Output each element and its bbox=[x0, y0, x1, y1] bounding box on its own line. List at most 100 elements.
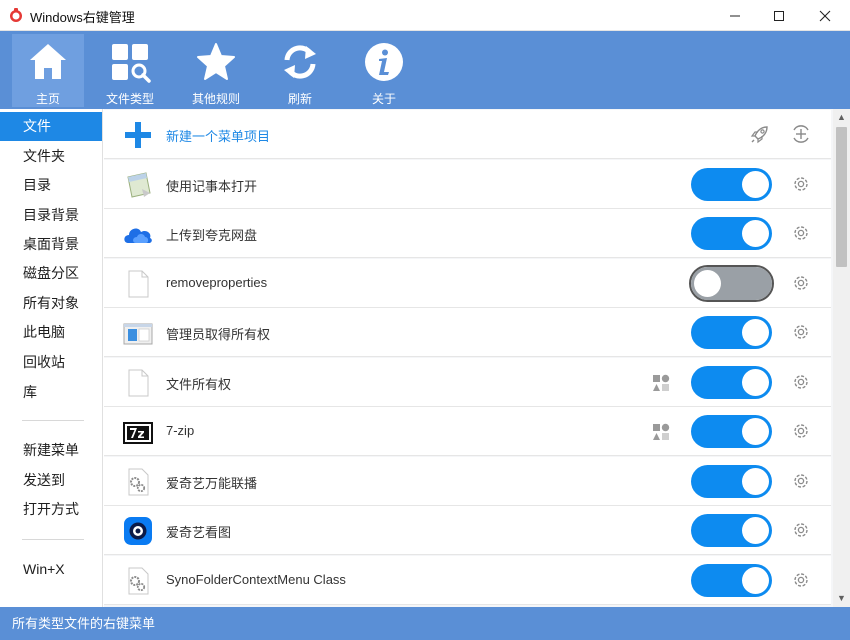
enable-toggle[interactable] bbox=[691, 465, 772, 498]
plus-icon bbox=[125, 122, 151, 148]
sidebar-item-library[interactable]: 库 bbox=[0, 378, 102, 407]
gear-icon[interactable] bbox=[791, 471, 811, 491]
sidebar-item-all-objects[interactable]: 所有对象 bbox=[0, 289, 102, 318]
7zip-icon bbox=[123, 422, 153, 444]
notepad-icon bbox=[127, 172, 151, 198]
minimize-icon bbox=[730, 15, 740, 16]
cloud-icon bbox=[124, 228, 152, 243]
toolbar-home[interactable]: 主页 bbox=[12, 34, 84, 107]
rocket-icon[interactable] bbox=[749, 123, 771, 145]
sidebar-item-directory[interactable]: 目录 bbox=[0, 171, 102, 200]
enable-toggle[interactable] bbox=[691, 514, 772, 547]
settings-file-icon bbox=[128, 567, 149, 595]
scroll-down-arrow-icon[interactable]: ▼ bbox=[833, 590, 850, 607]
add-circle-icon[interactable] bbox=[790, 123, 812, 145]
sidebar-item-file[interactable]: 文件 bbox=[0, 112, 102, 141]
toolbar-home-label: 主页 bbox=[35, 92, 60, 106]
gear-icon[interactable] bbox=[791, 372, 811, 392]
blank-file-icon bbox=[128, 270, 149, 298]
shapes-icon[interactable] bbox=[651, 422, 671, 442]
enable-toggle[interactable] bbox=[691, 267, 772, 300]
enable-toggle[interactable] bbox=[691, 366, 772, 399]
minimize-button[interactable] bbox=[712, 0, 758, 31]
toolbar-refresh-label: 刷新 bbox=[287, 92, 312, 106]
list-item-label: 爱奇艺万能联播 bbox=[166, 476, 258, 491]
enable-toggle[interactable] bbox=[691, 415, 772, 448]
home-icon bbox=[30, 44, 66, 79]
list-item[interactable]: 文件所有权 bbox=[104, 358, 831, 407]
title-bar: Windows右键管理 bbox=[0, 0, 850, 31]
gear-icon[interactable] bbox=[791, 421, 811, 441]
list-item[interactable]: 7-zip bbox=[104, 407, 831, 456]
list-item[interactable]: 上传到夸克网盘 bbox=[104, 209, 831, 258]
list-item[interactable]: removeproperties bbox=[104, 259, 831, 308]
sidebar-item-desktop-background[interactable]: 桌面背景 bbox=[0, 230, 102, 259]
toggle-knob bbox=[742, 517, 769, 544]
toggle-knob bbox=[742, 369, 769, 396]
list-item-label: removeproperties bbox=[166, 275, 268, 290]
sidebar-item-directory-background[interactable]: 目录背景 bbox=[0, 201, 102, 230]
refresh-icon bbox=[284, 45, 316, 79]
list-item-label: SynoFolderContextMenu Class bbox=[166, 572, 346, 587]
toolbar-other-rules[interactable]: 其他规则 bbox=[180, 34, 252, 107]
list-item-label: 管理员取得所有权 bbox=[166, 327, 271, 342]
list-item[interactable]: 使用记事本打开 bbox=[104, 160, 831, 209]
toolbar-refresh[interactable]: 刷新 bbox=[264, 34, 336, 107]
toggle-knob bbox=[742, 468, 769, 495]
list-item[interactable]: 爱奇艺万能联播 bbox=[104, 457, 831, 506]
list-item[interactable]: 管理员取得所有权 bbox=[104, 308, 831, 357]
new-menu-item-row[interactable]: 新建一个菜单项目 bbox=[104, 110, 831, 159]
enable-toggle[interactable] bbox=[691, 316, 772, 349]
sidebar-item-disk-partition[interactable]: 磁盘分区 bbox=[0, 259, 102, 288]
toggle-knob bbox=[742, 171, 769, 198]
window-title: Windows右键管理 bbox=[30, 10, 135, 25]
gear-icon[interactable] bbox=[791, 570, 811, 590]
list-item[interactable]: SynoFolderContextMenu Class bbox=[104, 556, 831, 605]
sidebar-item-recycle-bin[interactable]: 回收站 bbox=[0, 348, 102, 377]
list-item[interactable]: 爱奇艺看图 bbox=[104, 506, 831, 555]
sidebar-item-new-menu[interactable]: 新建菜单 bbox=[0, 436, 102, 465]
shapes-icon[interactable] bbox=[651, 373, 671, 393]
star-icon bbox=[197, 43, 235, 80]
toggle-knob bbox=[742, 567, 769, 594]
list-item-label: 爱奇艺看图 bbox=[166, 525, 232, 540]
close-icon bbox=[819, 10, 831, 21]
sidebar-item-open-with[interactable]: 打开方式 bbox=[0, 495, 102, 524]
gear-icon[interactable] bbox=[791, 223, 811, 243]
gear-icon[interactable] bbox=[791, 174, 811, 194]
iqiyi-viewer-icon bbox=[124, 517, 152, 545]
sidebar-item-win-x[interactable]: Win+X bbox=[0, 555, 102, 584]
info-icon bbox=[365, 43, 403, 81]
toggle-knob bbox=[694, 270, 721, 297]
grid-search-icon bbox=[112, 44, 151, 83]
main-toolbar: 主页 文件类型 其他规则 刷新 关于 bbox=[0, 31, 850, 109]
sidebar: 文件 文件夹 目录 目录背景 桌面背景 磁盘分区 所有对象 此电脑 回收站 库 … bbox=[0, 109, 103, 607]
vertical-scrollbar[interactable]: ▲ ▼ bbox=[833, 109, 850, 607]
toggle-knob bbox=[742, 418, 769, 445]
toolbar-about[interactable]: 关于 bbox=[348, 34, 420, 107]
status-bar: 所有类型文件的右键菜单 bbox=[0, 607, 850, 640]
maximize-icon bbox=[774, 10, 784, 21]
gear-icon[interactable] bbox=[791, 520, 811, 540]
sidebar-item-folder[interactable]: 文件夹 bbox=[0, 142, 102, 171]
toolbar-about-label: 关于 bbox=[371, 92, 396, 106]
enable-toggle[interactable] bbox=[691, 217, 772, 250]
toggle-knob bbox=[742, 319, 769, 346]
toolbar-file-types-label: 文件类型 bbox=[105, 92, 154, 106]
gear-icon[interactable] bbox=[791, 322, 811, 342]
scroll-up-arrow-icon[interactable]: ▲ bbox=[833, 109, 850, 126]
toolbar-file-types[interactable]: 文件类型 bbox=[94, 34, 166, 107]
maximize-button[interactable] bbox=[756, 0, 802, 31]
sidebar-item-send-to[interactable]: 发送到 bbox=[0, 466, 102, 495]
enable-toggle[interactable] bbox=[691, 564, 772, 597]
enable-toggle[interactable] bbox=[691, 168, 772, 201]
new-menu-item-label[interactable]: 新建一个菜单项目 bbox=[166, 126, 270, 145]
scroll-thumb[interactable] bbox=[836, 127, 847, 267]
gear-icon[interactable] bbox=[791, 273, 811, 293]
sidebar-divider bbox=[22, 539, 84, 540]
toggle-knob bbox=[742, 220, 769, 247]
list-item-label: 使用记事本打开 bbox=[166, 179, 258, 194]
sidebar-item-this-pc[interactable]: 此电脑 bbox=[0, 318, 102, 347]
close-button[interactable] bbox=[802, 0, 848, 31]
sidebar-divider bbox=[22, 420, 84, 421]
